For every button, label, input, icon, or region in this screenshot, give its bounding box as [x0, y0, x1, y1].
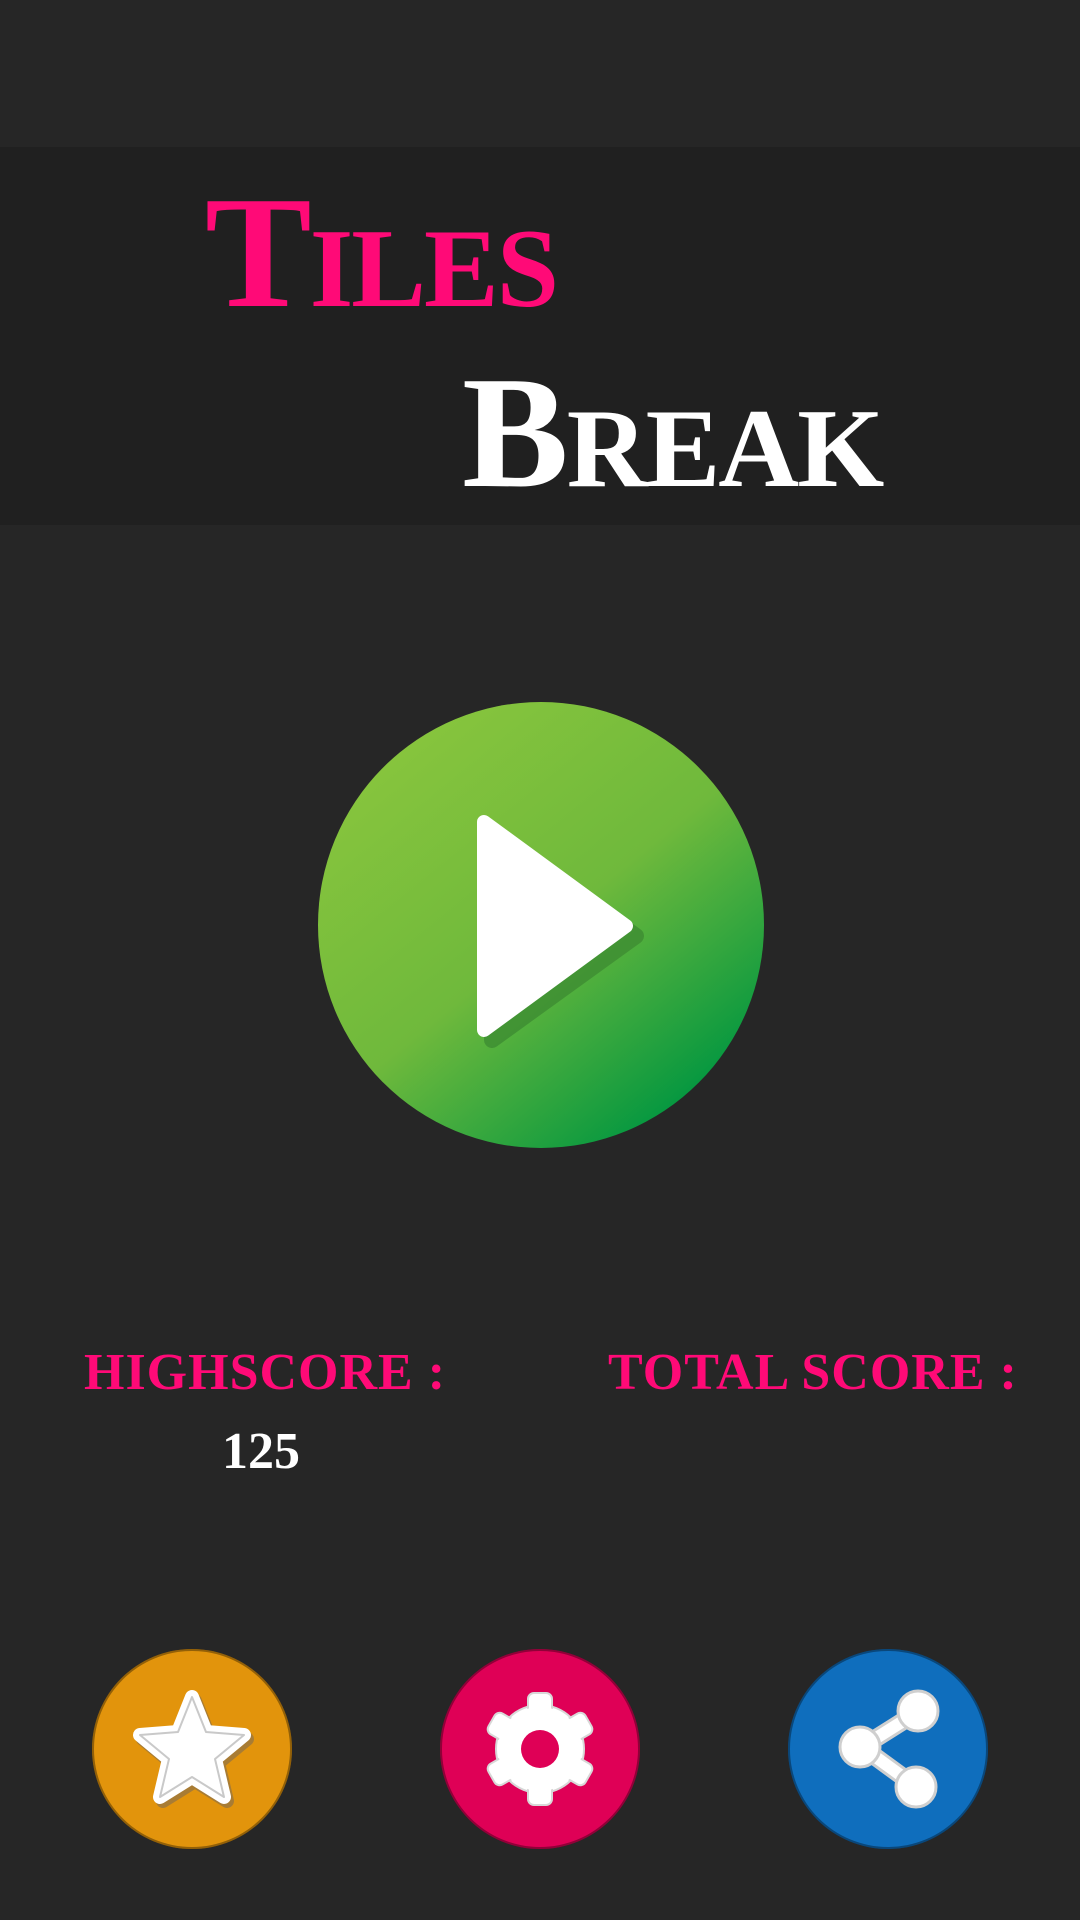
share-icon — [838, 1689, 940, 1809]
play-button[interactable] — [318, 702, 764, 1148]
total-score-label: TOTAL SCORE : — [608, 1344, 1018, 1401]
gear-icon — [486, 1692, 594, 1806]
rate-button[interactable] — [92, 1649, 292, 1849]
highscore-value: 125 — [222, 1423, 300, 1480]
star-icon — [133, 1690, 254, 1808]
share-button[interactable] — [788, 1649, 988, 1849]
settings-button[interactable] — [440, 1649, 640, 1849]
play-icon — [318, 702, 764, 1148]
highscore-label: HIGHSCORE : — [84, 1344, 447, 1401]
game-title-line-2: Break — [462, 343, 884, 521]
game-title-line-1: Tiles — [205, 163, 559, 341]
